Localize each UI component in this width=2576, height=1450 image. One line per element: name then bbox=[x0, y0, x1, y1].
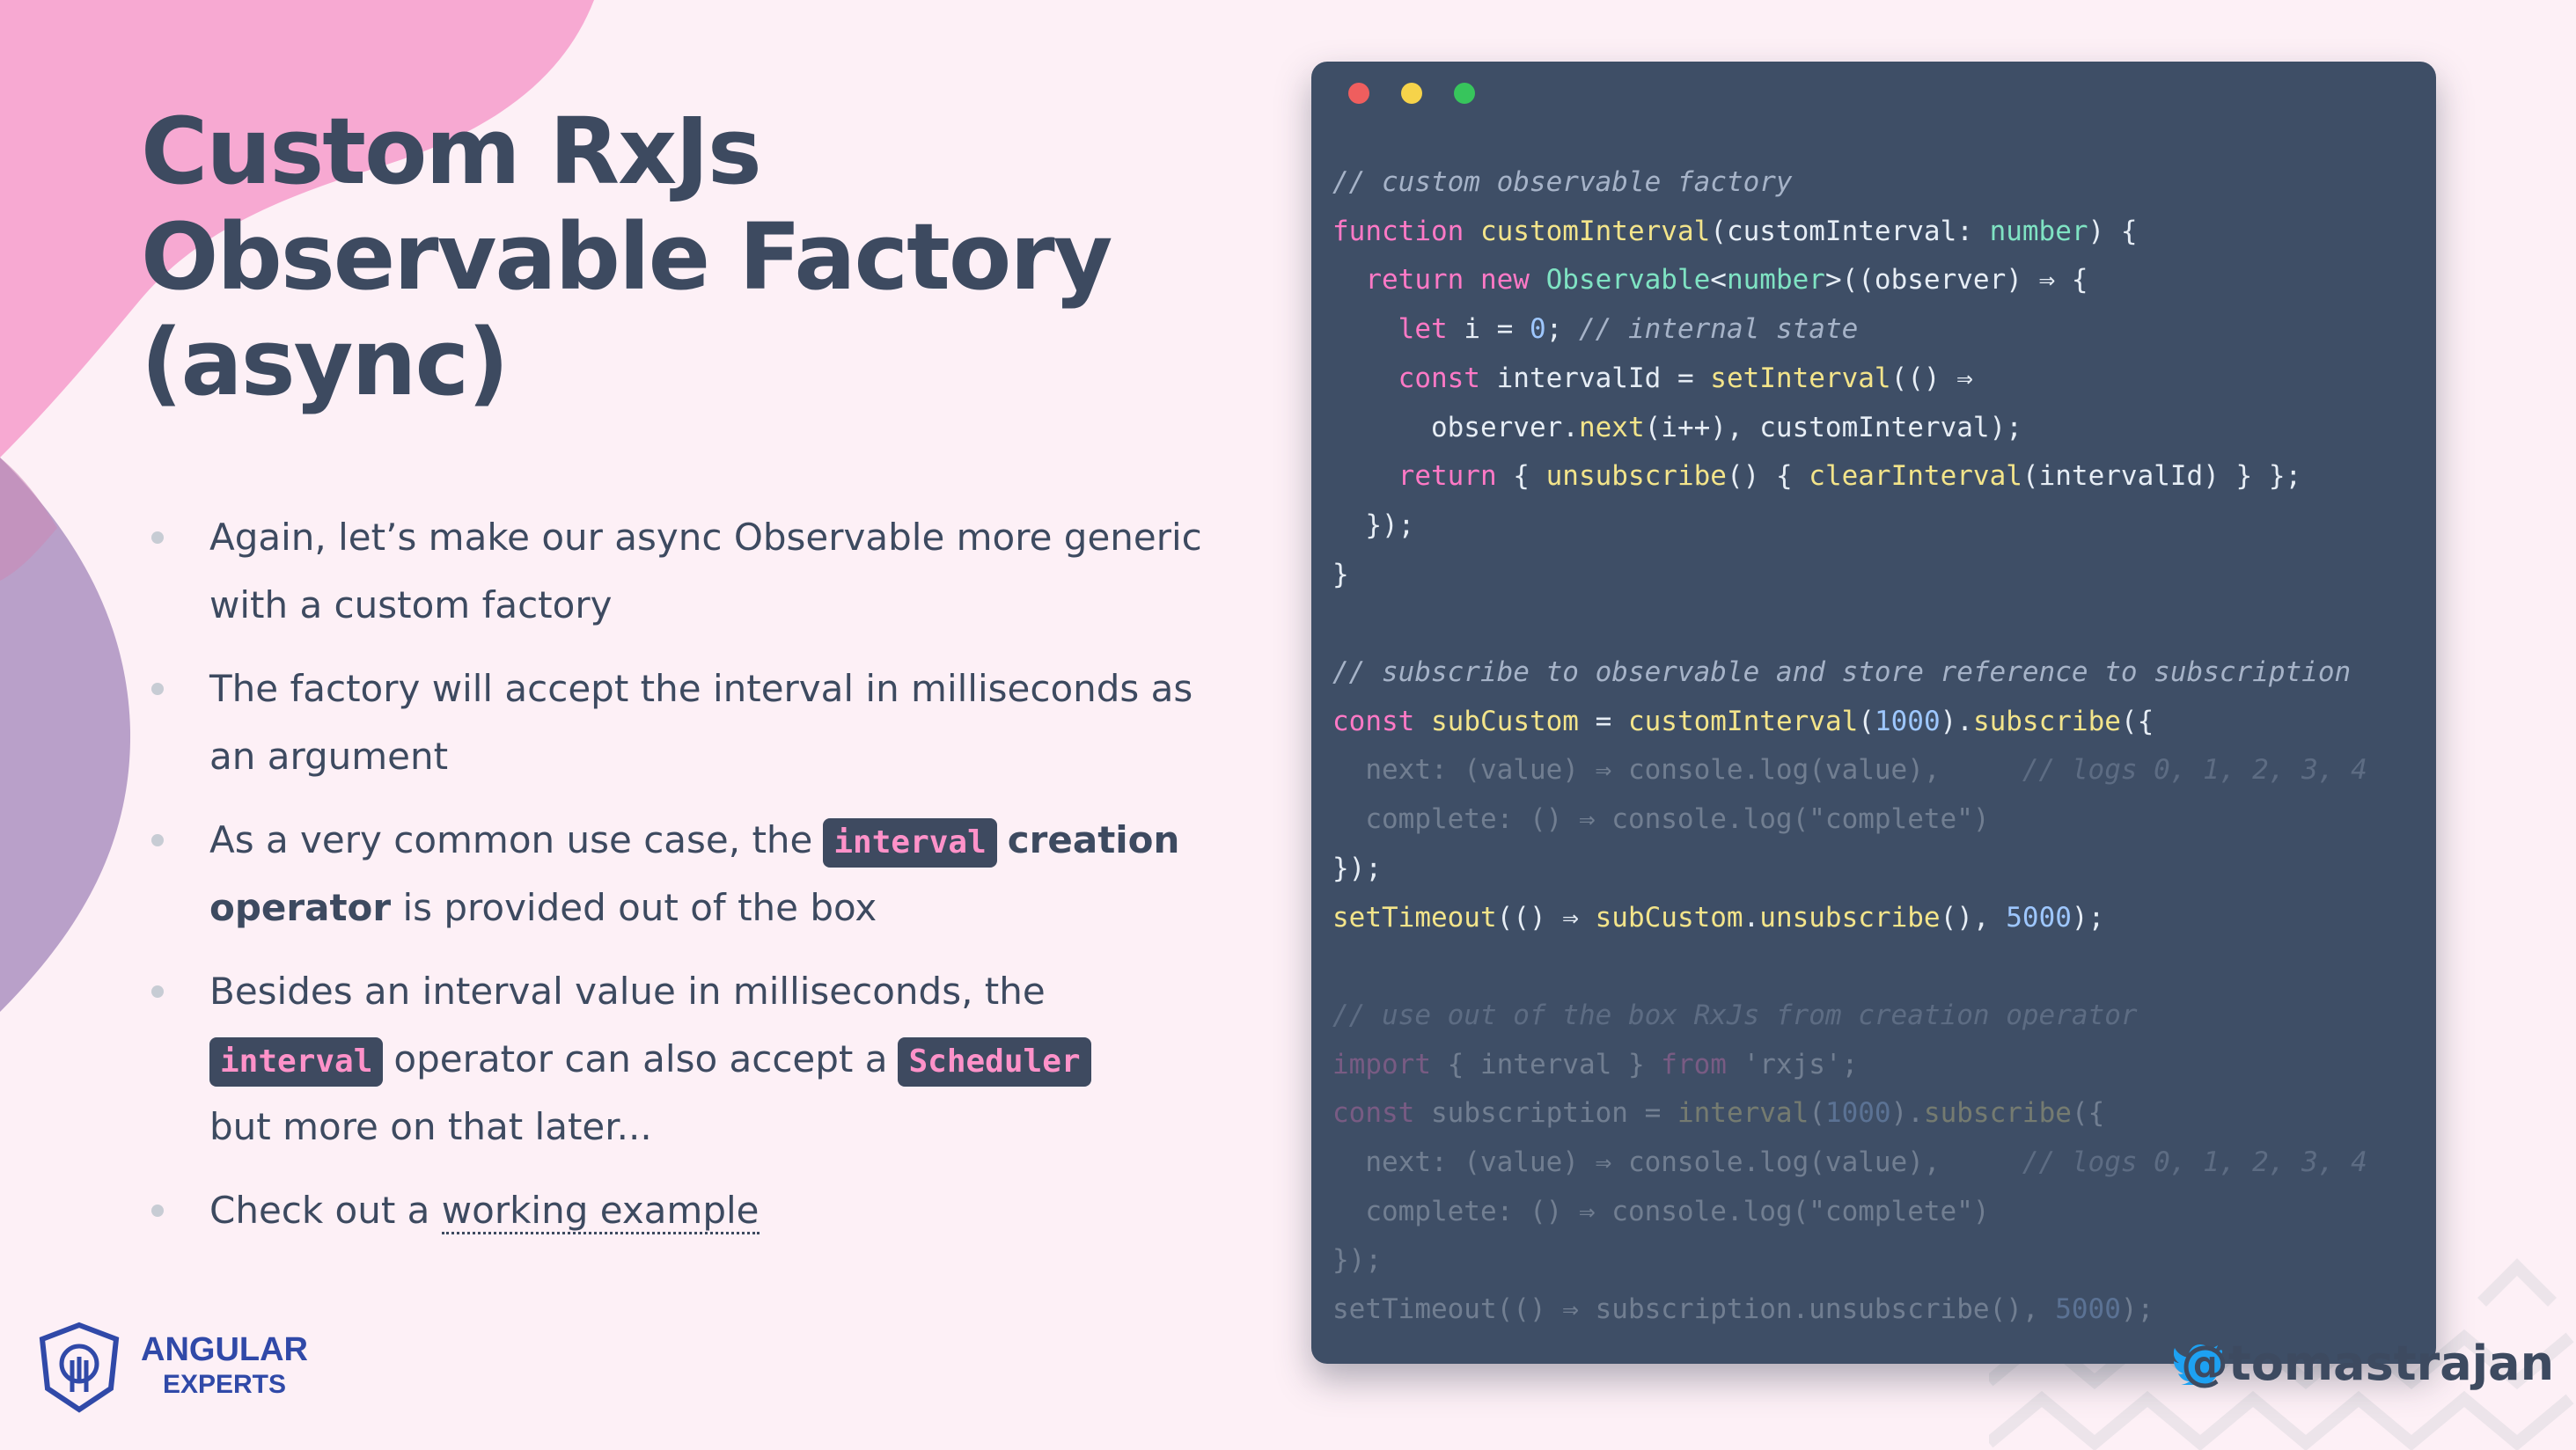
twitter-handle: @tomastrajan bbox=[2181, 1336, 2555, 1391]
inline-code-scheduler: Scheduler bbox=[898, 1036, 1091, 1087]
bullet-text: operator can also accept a bbox=[393, 1037, 888, 1080]
bullet-text: As a very common use case, the bbox=[209, 818, 813, 861]
title-line-1: Custom RxJs bbox=[141, 98, 762, 205]
window-close-dot bbox=[1348, 83, 1369, 104]
title-line-3: (async) bbox=[141, 309, 510, 416]
bullet-item: Again, let’s make our async Observable m… bbox=[150, 503, 1206, 639]
bullet-text: Check out a bbox=[209, 1189, 442, 1232]
angular-experts-shield-icon bbox=[39, 1322, 120, 1413]
title-line-2: Observable Factory bbox=[141, 203, 1112, 311]
bullet-text: The factory will accept the interval in … bbox=[209, 667, 1193, 778]
window-maximize-dot bbox=[1454, 83, 1475, 104]
bullet-item: Check out a working example bbox=[150, 1176, 1206, 1244]
logo-line-2: EXPERTS bbox=[162, 1370, 287, 1399]
bullet-text: is provided out of the box bbox=[391, 886, 877, 929]
inline-code-interval: interval bbox=[823, 817, 997, 868]
code-block: // custom observable factory function cu… bbox=[1332, 166, 2367, 1326]
slide-title: Custom RxJs Observable Factory (async) bbox=[141, 99, 1232, 415]
bullet-text: but more on that later... bbox=[209, 1105, 652, 1148]
code-window: // custom observable factory function cu… bbox=[1311, 62, 2436, 1364]
logo-line-1: ANGULAR bbox=[141, 1331, 308, 1368]
bullet-text: Again, let’s make our async Observable m… bbox=[209, 516, 1202, 626]
bullet-text: Besides an interval value in millisecond… bbox=[209, 970, 1046, 1013]
working-example-link[interactable]: working example bbox=[441, 1189, 760, 1234]
angular-experts-logo-text: ANGULAR EXPERTS bbox=[141, 1330, 308, 1401]
inline-code-interval: interval bbox=[209, 1036, 384, 1087]
bullet-item: As a very common use case, the interval cr… bbox=[150, 806, 1206, 941]
bullet-list: Again, let’s make our async Observable m… bbox=[150, 503, 1206, 1260]
bullet-item: Besides an interval value in millisecond… bbox=[150, 957, 1206, 1161]
bullet-item: The factory will accept the interval in … bbox=[150, 655, 1206, 790]
window-minimize-dot bbox=[1401, 83, 1422, 104]
